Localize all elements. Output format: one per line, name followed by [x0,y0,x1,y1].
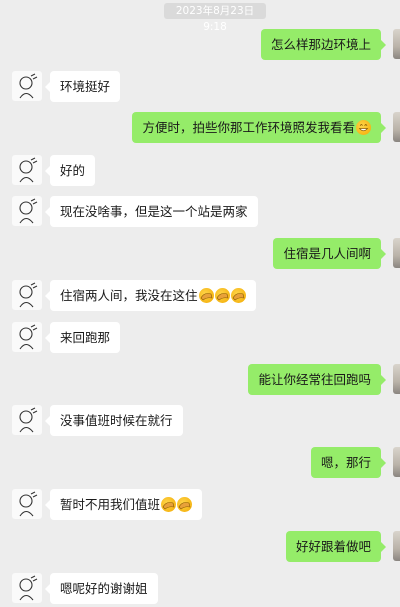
message-row: 住宿两人间，我没在这住 [0,280,400,314]
facepalm-emoji [214,288,230,303]
message-row: 嗯呢好的谢谢姐 [0,573,400,607]
message-text: 环境挺好 [60,79,111,94]
message-row: 好的 [0,155,400,189]
message-text: 住宿两人间，我没在这住 [60,288,198,303]
message-text: 现在没啥事，但是这一个站是两家 [60,204,248,219]
message-bubble[interactable]: 能让你经常往回跑吗 [248,364,386,395]
chat-timestamp: 2023年8月23日 9:18 [164,3,266,33]
message-text: 好的 [60,163,86,178]
grin-emoji [356,120,371,135]
message-row: 现在没啥事，但是这一个站是两家 [0,196,400,230]
my-avatar[interactable] [393,112,400,142]
message-row: 怎么样那边环境上 [0,29,400,63]
message-bubble[interactable]: 现在没啥事，但是这一个站是两家 [45,196,258,227]
my-avatar[interactable] [393,29,400,59]
message-bubble[interactable]: 好好跟着做吧 [285,531,387,562]
message-row: 好好跟着做吧 [0,531,400,565]
message-text: 暂时不用我们值班 [60,497,161,512]
message-text: 好好跟着做吧 [295,539,371,554]
contact-avatar[interactable] [12,280,42,310]
message-text: 能让你经常往回跑吗 [258,372,371,387]
message-bubble[interactable]: 嗯呢好的谢谢姐 [45,573,158,604]
message-text: 怎么样那边环境上 [270,37,371,52]
message-row: 能让你经常往回跑吗 [0,364,400,398]
contact-avatar[interactable] [12,155,42,185]
message-row: 方便时，拍些你那工作环境照发我看看 [0,112,400,146]
my-avatar[interactable] [393,238,400,268]
contact-avatar[interactable] [12,405,42,435]
contact-avatar[interactable] [12,573,42,603]
message-row: 环境挺好 [0,71,400,105]
message-row: 暂时不用我们值班 [0,489,400,523]
message-bubble[interactable]: 怎么样那边环境上 [260,29,387,60]
message-bubble[interactable]: 住宿两人间，我没在这住 [45,280,256,311]
contact-avatar[interactable] [12,489,42,519]
my-avatar[interactable] [393,531,400,561]
my-avatar[interactable] [393,447,400,477]
message-text: 嗯呢好的谢谢姐 [60,581,148,596]
message-text: 没事值班时候在就行 [60,413,173,428]
facepalm-emoji [161,497,177,512]
facepalm-emoji [230,288,246,303]
message-text: 来回跑那 [60,330,111,345]
message-bubble[interactable]: 嗯，那行 [310,447,387,478]
message-row: 住宿是几人间啊 [0,238,400,272]
message-row: 来回跑那 [0,322,400,356]
message-row: 嗯，那行 [0,447,400,481]
message-row: 没事值班时候在就行 [0,405,400,439]
contact-avatar[interactable] [12,196,42,226]
message-bubble[interactable]: 暂时不用我们值班 [44,489,203,520]
message-bubble[interactable]: 来回跑那 [44,322,121,353]
message-text: 方便时，拍些你那工作环境照发我看看 [142,120,355,135]
message-bubble[interactable]: 没事值班时候在就行 [45,405,183,436]
message-bubble[interactable]: 好的 [44,155,96,186]
message-text: 嗯，那行 [320,455,371,470]
message-bubble[interactable]: 方便时，拍些你那工作环境照发我看看 [132,112,386,143]
message-text: 住宿是几人间啊 [283,246,371,261]
message-bubble[interactable]: 环境挺好 [44,71,121,102]
contact-avatar[interactable] [12,322,42,352]
facepalm-emoji [198,288,214,303]
message-bubble[interactable]: 住宿是几人间啊 [273,238,386,269]
my-avatar[interactable] [393,364,400,394]
contact-avatar[interactable] [12,71,42,101]
facepalm-emoji [177,497,193,512]
